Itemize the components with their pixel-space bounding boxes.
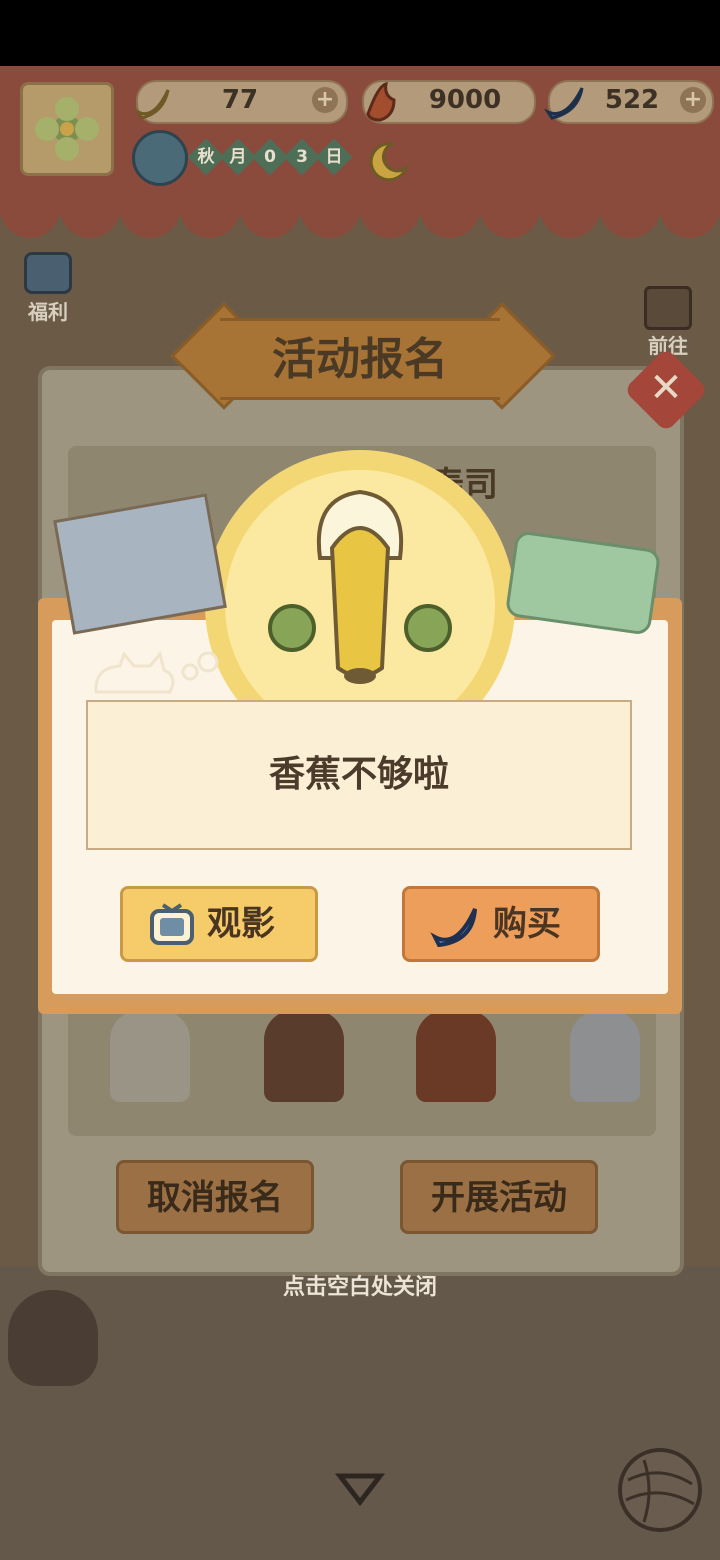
awning-scallop <box>120 194 180 238</box>
buy-label: 购买 <box>493 904 561 944</box>
date-char: 秋 <box>197 147 215 167</box>
status-bar <box>0 0 720 66</box>
bear-character <box>416 1010 496 1102</box>
awning-scallop <box>600 194 660 238</box>
cat-character <box>570 1010 640 1102</box>
start-activity-button[interactable]: 开展活动 <box>400 1160 598 1234</box>
awning-scallop <box>660 194 720 238</box>
date-char: 月 <box>229 147 247 167</box>
close-icon: ✕ <box>649 365 683 411</box>
premium-count: 522 <box>604 85 660 115</box>
blue-banana-icon <box>430 908 477 948</box>
awning-scallop <box>60 194 120 238</box>
map-board-icon <box>644 286 692 330</box>
date-char: 3 <box>296 147 308 167</box>
cat-mascot <box>8 1290 98 1386</box>
chevron-down-icon[interactable] <box>334 1470 386 1510</box>
buy-button[interactable]: 购买 <box>402 886 600 962</box>
awning-scallop <box>540 194 600 238</box>
awning-scallop <box>0 194 60 238</box>
banana-character-icon <box>268 489 452 684</box>
cloud-cat-icon <box>94 650 219 694</box>
blue-banana-icon <box>543 87 584 120</box>
goto-button[interactable]: 前往 <box>632 282 704 358</box>
awning-scallop <box>300 194 360 238</box>
flower-icon <box>35 97 99 161</box>
date-char: 0 <box>264 147 276 167</box>
coin-count: 9000 <box>428 85 502 115</box>
panel-title: 活动报名 <box>272 334 448 385</box>
tv-icon <box>24 252 72 294</box>
awning-scallop <box>480 194 540 238</box>
add-premium-button[interactable]: + <box>680 87 706 113</box>
awning-scallop <box>420 194 480 238</box>
watch-ad-label: 观影 <box>207 904 275 944</box>
add-banana-button[interactable]: + <box>312 87 338 113</box>
shop-avatar-button[interactable] <box>20 82 114 176</box>
cat-character <box>110 1010 190 1102</box>
welfare-label: 福利 <box>28 300 68 324</box>
yarn-ball-icon[interactable] <box>614 1444 706 1536</box>
welfare-button[interactable]: 福利 <box>16 252 80 324</box>
banana-count: 77 <box>221 85 259 115</box>
awning-scallop <box>240 194 300 238</box>
fox-character <box>264 1010 344 1102</box>
moon-icon <box>369 142 410 182</box>
awning-scallop <box>180 194 240 238</box>
awning-scallop <box>360 194 420 238</box>
tv-icon <box>150 903 194 945</box>
date-char: 日 <box>325 147 343 167</box>
watch-ad-button[interactable]: 观影 <box>120 886 318 962</box>
cancel-signup-button[interactable]: 取消报名 <box>116 1160 314 1234</box>
dialog-message: 香蕉不够啦 <box>268 754 449 795</box>
shop-floor <box>0 1266 720 1560</box>
close-hint: 点击空白处关闭 <box>282 1275 437 1300</box>
clock-icon <box>132 130 188 186</box>
